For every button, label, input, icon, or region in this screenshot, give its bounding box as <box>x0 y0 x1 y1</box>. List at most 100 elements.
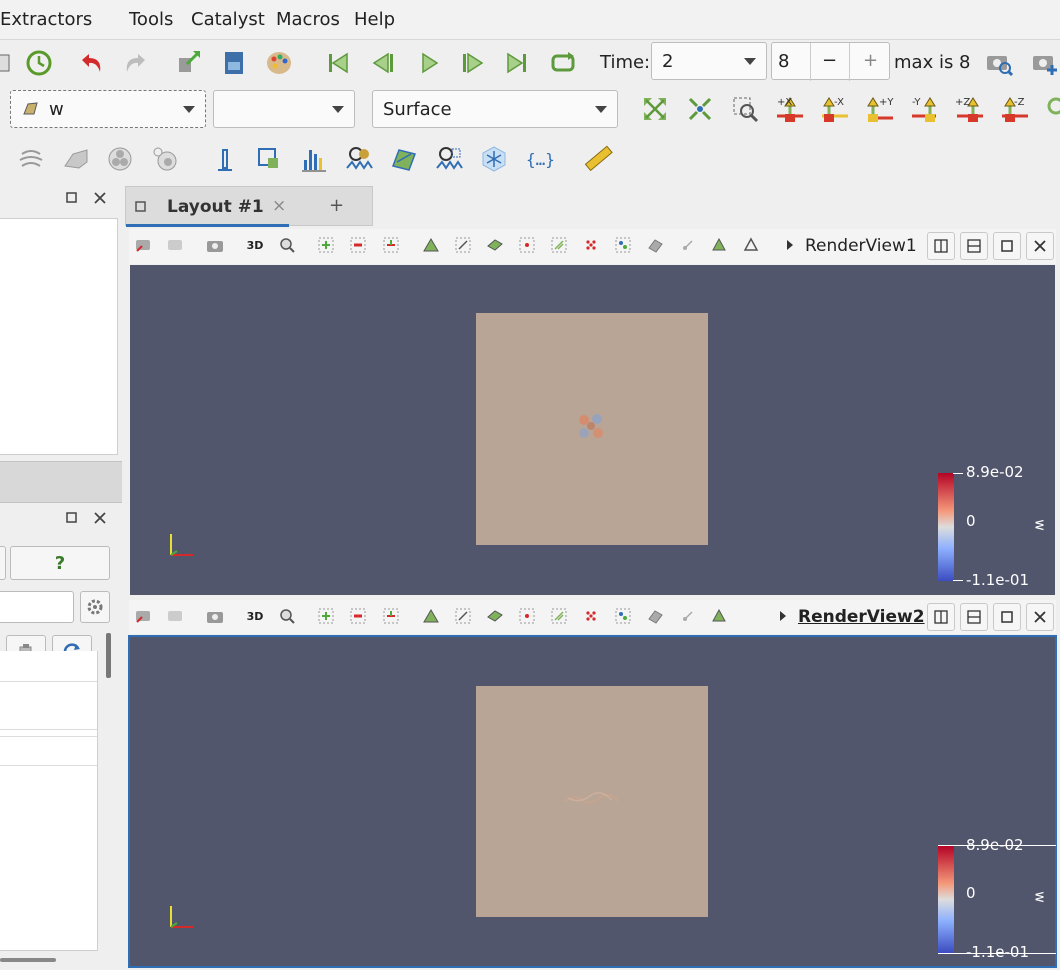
select-points-icon[interactable] <box>380 234 402 256</box>
close-view-icon[interactable] <box>1026 232 1054 260</box>
camera-icon[interactable] <box>204 605 226 627</box>
interactive-select-icon[interactable] <box>516 234 538 256</box>
time-select[interactable]: 2 <box>651 42 767 80</box>
save-screenshot-icon[interactable] <box>1028 45 1060 79</box>
select-polygon-icon[interactable] <box>580 234 602 256</box>
plot-selection-over-time-icon[interactable] <box>432 142 466 176</box>
extract-selection-icon[interactable] <box>252 142 286 176</box>
view-plus-y-icon[interactable]: +Y <box>863 92 897 126</box>
search-input[interactable] <box>0 591 74 623</box>
annotation-icon[interactable] <box>708 605 730 627</box>
apply-button[interactable] <box>0 546 6 580</box>
warp-by-vector-icon[interactable] <box>387 142 421 176</box>
close-tab-icon[interactable]: × <box>272 196 286 216</box>
save-state-icon[interactable] <box>217 46 251 80</box>
reset-session-icon[interactable] <box>22 46 56 80</box>
view-minus-y-icon[interactable]: -Y <box>908 92 942 126</box>
split-vertical-icon[interactable] <box>960 603 988 631</box>
camera-icon[interactable] <box>204 234 226 256</box>
play-icon[interactable] <box>412 46 446 80</box>
select-triangle-icon[interactable] <box>420 234 442 256</box>
axes-grid-icon[interactable] <box>740 234 762 256</box>
threshold-filter-icon[interactable] <box>148 142 182 176</box>
screenshot-icon[interactable] <box>982 45 1016 79</box>
select-points-icon[interactable] <box>380 605 402 627</box>
hover-points-icon[interactable] <box>548 605 570 627</box>
rotate-camera-icon[interactable] <box>1040 92 1060 126</box>
reset-view-icon[interactable] <box>132 234 154 256</box>
split-horizontal-icon[interactable] <box>927 603 955 631</box>
capture-view-icon[interactable] <box>164 605 186 627</box>
deselect-icon[interactable] <box>347 234 369 256</box>
increment-button[interactable]: + <box>863 50 878 71</box>
render-view-1[interactable]: 8.9e-02 0 -1.1e-01 w <box>130 265 1055 595</box>
help-button[interactable]: ? <box>10 546 110 580</box>
add-tab-button[interactable]: + <box>329 195 344 216</box>
clear-selection-icon[interactable] <box>644 605 666 627</box>
pipeline-tree[interactable] <box>0 218 118 455</box>
view-plus-x-icon[interactable]: +X <box>773 92 807 126</box>
ruler-icon[interactable] <box>581 142 615 176</box>
interactive-select-icon[interactable] <box>516 605 538 627</box>
maximize-icon[interactable] <box>993 232 1021 260</box>
first-frame-icon[interactable] <box>321 46 355 80</box>
play-small-icon[interactable] <box>772 605 794 627</box>
capture-view-icon[interactable] <box>164 234 186 256</box>
freeze-icon[interactable] <box>477 142 511 176</box>
python-calculator-icon[interactable]: {…} <box>522 142 556 176</box>
scrollbar-handle[interactable] <box>106 633 111 678</box>
tab-layout-1[interactable]: Layout #1 × + <box>125 186 373 227</box>
view-minus-z-icon[interactable]: -Z <box>998 92 1032 126</box>
close-dock-icon[interactable] <box>84 502 116 534</box>
redo-icon[interactable] <box>119 46 153 80</box>
select-block-icon[interactable] <box>484 605 506 627</box>
view-plus-z-icon[interactable]: +Z <box>953 92 987 126</box>
select-block-icon[interactable] <box>484 234 506 256</box>
last-frame-icon[interactable] <box>500 46 534 80</box>
grow-selection-icon[interactable] <box>612 234 634 256</box>
histogram-icon[interactable] <box>297 142 331 176</box>
gear-icon[interactable] <box>80 591 110 623</box>
contour-filter-icon[interactable] <box>14 142 48 176</box>
clip-filter-icon[interactable] <box>103 142 137 176</box>
zoom-data-icon[interactable] <box>276 605 298 627</box>
split-horizontal-icon[interactable] <box>927 232 955 260</box>
grow-selection-icon[interactable] <box>612 605 634 627</box>
undo-icon[interactable] <box>74 46 108 80</box>
reset-view-icon[interactable] <box>132 605 154 627</box>
menu-catalyst[interactable]: Catalyst <box>191 9 265 30</box>
deselect-icon[interactable] <box>347 605 369 627</box>
menu-extractors[interactable]: Extractors <box>0 9 92 30</box>
component-select[interactable] <box>213 90 355 128</box>
open-file-icon[interactable] <box>0 46 20 80</box>
toggle-3d-icon[interactable]: 3D <box>244 605 266 627</box>
menu-macros[interactable]: Macros <box>276 9 340 30</box>
play-small-icon[interactable] <box>779 234 801 256</box>
plot-data-over-time-icon[interactable] <box>342 142 376 176</box>
close-dock-icon[interactable] <box>84 182 116 214</box>
render-view-2[interactable]: 8.9e-02 0 -1.1e-01 w <box>128 635 1057 968</box>
decrement-button[interactable]: − <box>822 50 837 71</box>
next-frame-icon[interactable] <box>456 46 490 80</box>
camera-link-icon[interactable] <box>171 46 205 80</box>
zoom-to-box-icon[interactable] <box>728 92 762 126</box>
view-minus-x-icon[interactable]: -X <box>818 92 852 126</box>
select-cells-icon[interactable] <box>315 605 337 627</box>
loop-icon[interactable] <box>546 46 580 80</box>
color-palette-icon[interactable] <box>262 46 296 80</box>
hover-points-icon[interactable] <box>548 234 570 256</box>
plot-over-line-icon[interactable] <box>208 142 242 176</box>
horizontal-scrollbar[interactable] <box>0 958 56 962</box>
ruler-mini-icon[interactable] <box>677 605 699 627</box>
maximize-icon[interactable] <box>993 603 1021 631</box>
split-vertical-icon[interactable] <box>960 232 988 260</box>
variable-select[interactable]: w <box>10 90 206 128</box>
reset-camera-closest-icon[interactable] <box>683 92 717 126</box>
select-frustum-icon[interactable] <box>452 605 474 627</box>
select-frustum-icon[interactable] <box>452 234 474 256</box>
toggle-3d-icon[interactable]: 3D <box>244 234 266 256</box>
select-triangle-icon[interactable] <box>420 605 442 627</box>
clear-selection-icon[interactable] <box>644 234 666 256</box>
ruler-mini-icon[interactable] <box>677 234 699 256</box>
timestep-spinbox[interactable]: 8 − + <box>771 42 890 81</box>
